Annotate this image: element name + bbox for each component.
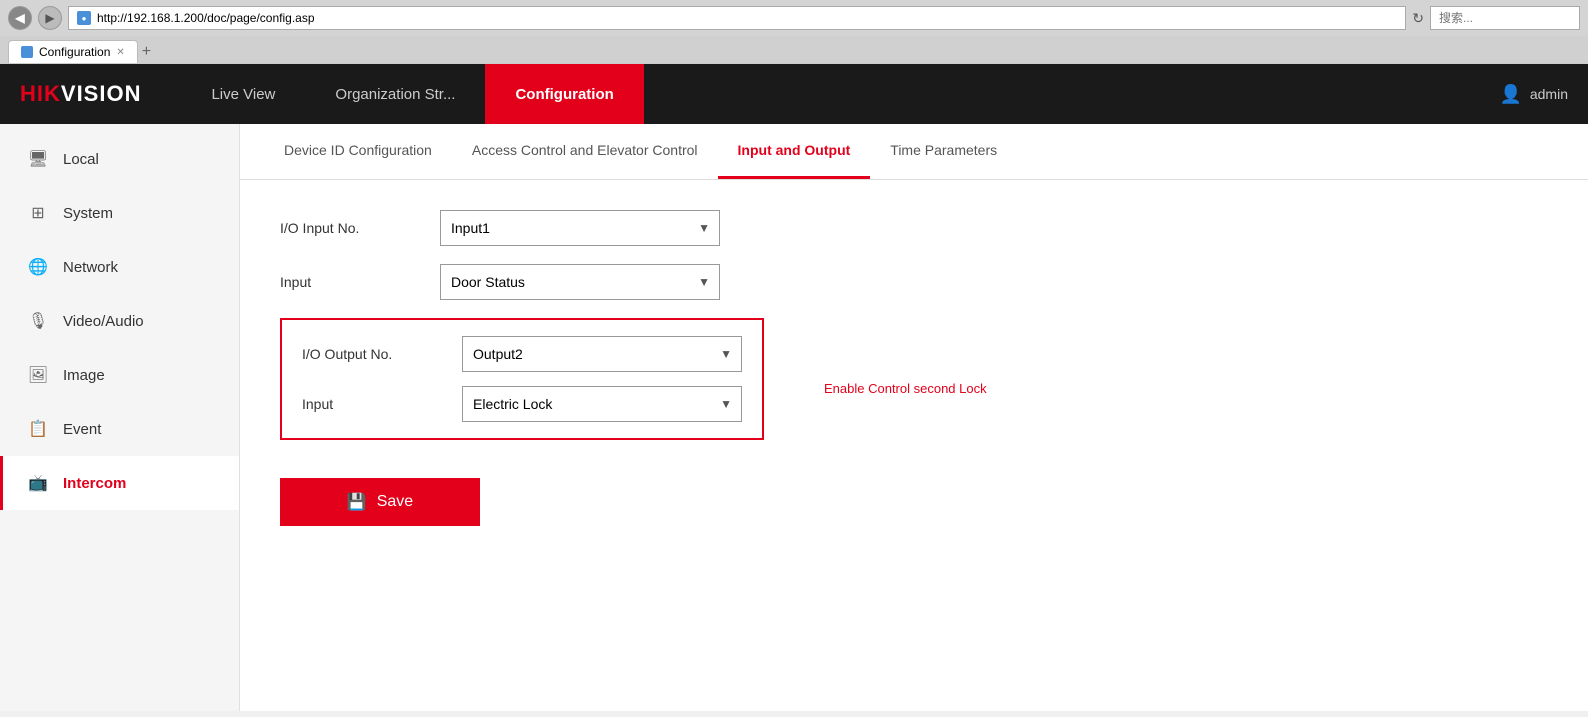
event-icon: 📋 [27, 418, 49, 440]
back-button[interactable]: ◀ [8, 6, 32, 30]
sidebar-label-network: Network [63, 259, 118, 276]
search-input[interactable] [1430, 6, 1580, 30]
system-icon: ⊞ [27, 202, 49, 224]
video-audio-icon: 🎙 [27, 310, 49, 332]
sidebar-item-intercom[interactable]: 📺 Intercom [0, 456, 239, 510]
intercom-icon: 📺 [27, 472, 49, 494]
tab-device-id[interactable]: Device ID Configuration [264, 124, 452, 179]
logo-text: HIKVISION [20, 81, 141, 106]
app-wrapper: HIKVISION Live View Organization Str... … [0, 64, 1588, 711]
sidebar-label-event: Event [63, 421, 101, 438]
nav-user: 👤 admin [1499, 84, 1568, 105]
sidebar-item-network[interactable]: 🌐 Network [0, 240, 239, 294]
user-label: admin [1530, 86, 1568, 102]
network-icon: 🌐 [27, 256, 49, 278]
nav-configuration[interactable]: Configuration [485, 64, 643, 124]
forward-button[interactable]: ▶ [38, 6, 62, 30]
monitor-icon: 🖥 [27, 148, 49, 170]
new-tab-button[interactable]: + [142, 43, 151, 61]
tab-input-output[interactable]: Input and Output [718, 124, 871, 179]
sidebar-label-local: Local [63, 151, 99, 168]
sidebar-label-intercom: Intercom [63, 475, 126, 492]
address-text: http://192.168.1.200/doc/page/config.asp [97, 11, 315, 25]
input-select-wrapper: Door Status Electric Lock None ▼ [440, 264, 720, 300]
content-panel: Device ID Configuration Access Control a… [240, 124, 1588, 711]
refresh-button[interactable]: ↻ [1412, 10, 1424, 27]
io-input-no-row: I/O Input No. Input1 Input2 ▼ [280, 210, 1548, 246]
browser-toolbar: ◀ ▶ ● http://192.168.1.200/doc/page/conf… [0, 0, 1588, 36]
tab-access-control[interactable]: Access Control and Elevator Control [452, 124, 718, 179]
input-select[interactable]: Door Status Electric Lock None [440, 264, 720, 300]
input-door-status-row: Input Door Status Electric Lock None ▼ [280, 264, 1548, 300]
logo: HIKVISION [20, 81, 141, 107]
io-input-no-label: I/O Input No. [280, 220, 440, 236]
tab-label: Configuration [39, 45, 110, 59]
sidebar-label-system: System [63, 205, 113, 222]
save-button[interactable]: 💾 Save [280, 478, 480, 526]
browser-tab[interactable]: Configuration ✕ [8, 40, 138, 63]
enable-control-text: Enable Control second Lock [824, 381, 987, 396]
io-output-no-select-wrapper: Output1 Output2 ▼ [462, 336, 742, 372]
browser-chrome: ◀ ▶ ● http://192.168.1.200/doc/page/conf… [0, 0, 1588, 64]
address-icon: ● [77, 11, 91, 25]
save-icon: 💾 [347, 492, 367, 512]
nav-organization[interactable]: Organization Str... [305, 64, 485, 124]
tab-close-button[interactable]: ✕ [116, 47, 124, 58]
sidebar-label-image: Image [63, 367, 105, 384]
output-input-row: Input Electric Lock None Door Status ▼ [302, 386, 742, 422]
logo-vision: VISION [61, 81, 142, 106]
output-input-select[interactable]: Electric Lock None Door Status [462, 386, 742, 422]
output-input-label: Input [302, 396, 462, 412]
sidebar: 🖥 Local ⊞ System 🌐 Network 🎙 Video/Audio… [0, 124, 240, 711]
image-icon: 🖼 [27, 364, 49, 386]
tab-favicon [21, 46, 33, 58]
io-input-no-select[interactable]: Input1 Input2 [440, 210, 720, 246]
user-icon: 👤 [1499, 84, 1521, 105]
tab-time-parameters[interactable]: Time Parameters [870, 124, 1017, 179]
io-output-no-select[interactable]: Output1 Output2 [462, 336, 742, 372]
sidebar-item-image[interactable]: 🖼 Image [0, 348, 239, 402]
main-content: 🖥 Local ⊞ System 🌐 Network 🎙 Video/Audio… [0, 124, 1588, 711]
top-nav: HIKVISION Live View Organization Str... … [0, 64, 1588, 124]
form-area: I/O Input No. Input1 Input2 ▼ Input [240, 180, 1588, 556]
nav-links: Live View Organization Str... Configurat… [181, 64, 1499, 124]
sidebar-label-video-audio: Video/Audio [63, 313, 144, 330]
sidebar-item-local[interactable]: 🖥 Local [0, 132, 239, 186]
address-bar: ● http://192.168.1.200/doc/page/config.a… [68, 6, 1406, 30]
content-tabs: Device ID Configuration Access Control a… [240, 124, 1588, 180]
io-output-no-label: I/O Output No. [302, 346, 462, 362]
output-input-select-wrapper: Electric Lock None Door Status ▼ [462, 386, 742, 422]
logo-hik: HIK [20, 81, 61, 106]
save-label: Save [377, 493, 413, 511]
tab-bar: Configuration ✕ + [0, 36, 1588, 63]
io-output-no-row: I/O Output No. Output1 Output2 ▼ [302, 336, 742, 372]
sidebar-item-system[interactable]: ⊞ System [0, 186, 239, 240]
input-label: Input [280, 274, 440, 290]
io-input-no-select-wrapper: Input1 Input2 ▼ [440, 210, 720, 246]
highlighted-output-section: I/O Output No. Output1 Output2 ▼ [280, 318, 764, 440]
sidebar-item-event[interactable]: 📋 Event [0, 402, 239, 456]
nav-live-view[interactable]: Live View [181, 64, 305, 124]
sidebar-item-video-audio[interactable]: 🎙 Video/Audio [0, 294, 239, 348]
